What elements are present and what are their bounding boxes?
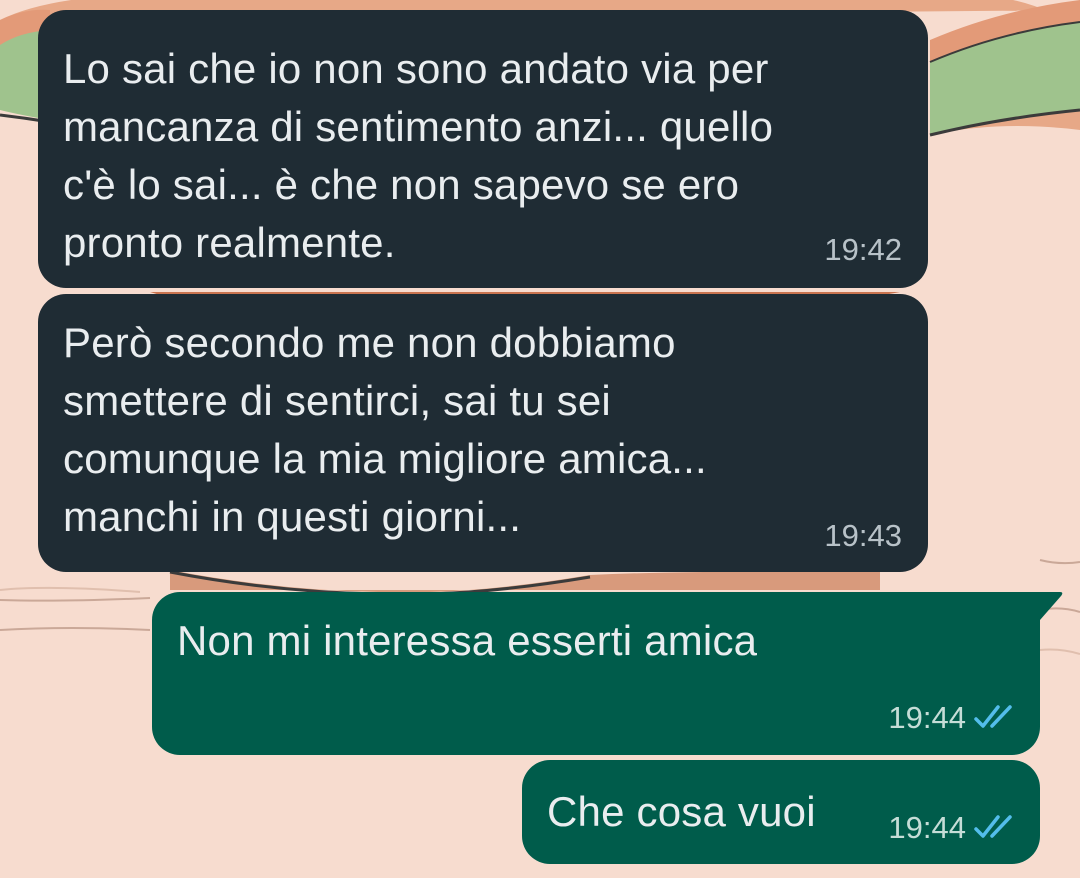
message-text: Lo sai che io non sono andato via per ma… [63, 45, 774, 266]
message-timestamp: 19:43 [824, 518, 902, 553]
message-bubble-outgoing[interactable]: Che cosa vuoi 19:44 [522, 760, 1040, 864]
bubble-tail [1030, 592, 1063, 620]
double-check-read-icon [974, 815, 1012, 838]
message-timestamp: 19:44 [888, 700, 966, 735]
message-bubble-incoming[interactable]: Lo sai che io non sono andato via per ma… [38, 10, 928, 288]
message-bubble-outgoing[interactable]: Non mi interessa esserti amica 19:44 [152, 592, 1040, 755]
message-timestamp: 19:42 [824, 232, 902, 267]
message-timestamp: 19:44 [888, 810, 966, 845]
message-text: Però secondo me non dobbiamo smettere di… [63, 319, 707, 540]
message-text: Non mi interessa esserti amica [177, 617, 758, 664]
message-text: Che cosa vuoi [547, 788, 816, 835]
message-bubble-incoming[interactable]: Però secondo me non dobbiamo smettere di… [38, 294, 928, 572]
double-check-read-icon [974, 705, 1012, 728]
